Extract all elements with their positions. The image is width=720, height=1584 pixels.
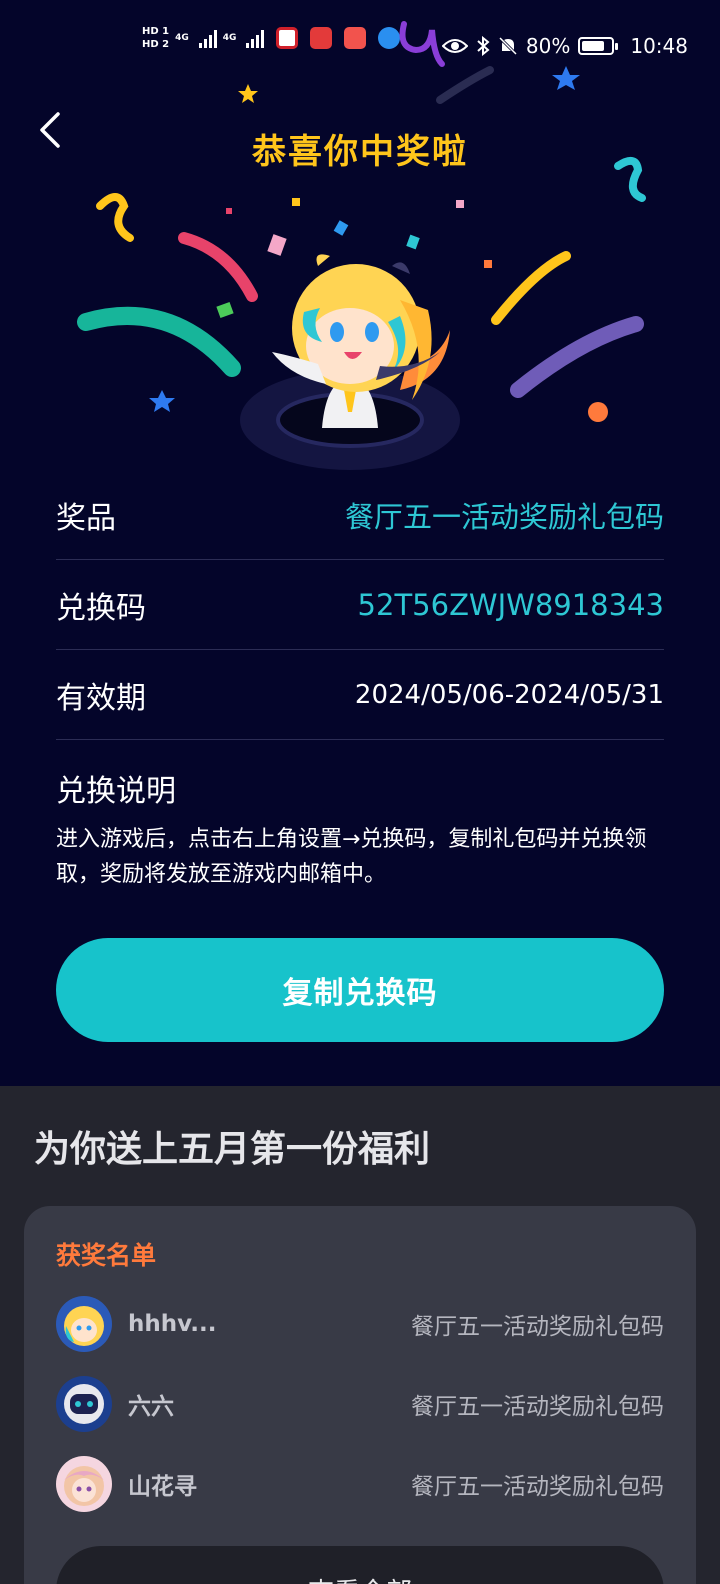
winner-item: 山花寻 餐厅五一活动奖励礼包码: [56, 1456, 664, 1512]
celebration-illustration: [77, 66, 646, 470]
mute-bell-icon: [498, 36, 517, 56]
code-label: 兑换码: [56, 590, 146, 626]
status-left: HD 1 HD 2 4G 4G: [142, 26, 401, 50]
winners-list-title: 获奖名单: [56, 1241, 157, 1270]
clock: 10:48: [630, 34, 688, 58]
network-type-2: 4G: [222, 32, 237, 43]
prize-label: 奖品: [56, 500, 116, 536]
signal-icon: [198, 28, 217, 48]
code-row: 兑换码 52T56ZWJW8918343: [56, 560, 664, 650]
winner-name: 六六: [128, 1394, 174, 1420]
bluetooth-icon: [477, 36, 490, 56]
winner-item: hhhv... 餐厅五一活动奖励礼包码: [56, 1296, 664, 1352]
winner-prize: 餐厅五一活动奖励礼包码: [411, 1394, 664, 1420]
validity-label: 有效期: [56, 680, 146, 716]
winner-prize: 餐厅五一活动奖励礼包码: [411, 1314, 664, 1340]
prize-value: 餐厅五一活动奖励礼包码: [344, 499, 664, 534]
avatar: [56, 1456, 112, 1512]
sim1-label: HD 1: [142, 26, 170, 37]
validity-row: 有效期 2024/05/06-2024/05/31: [56, 650, 664, 740]
battery-icon: [578, 37, 619, 55]
winner-name: hhhv...: [128, 1311, 217, 1337]
code-value[interactable]: 52T56ZWJW8918343: [358, 588, 664, 622]
avatar: [56, 1376, 112, 1432]
prize-info: 奖品 餐厅五一活动奖励礼包码 兑换码 52T56ZWJW8918343 有效期 …: [56, 470, 664, 892]
battery-percent: 80%: [525, 34, 571, 58]
app-notification-icon: [276, 27, 299, 49]
sim2-label: HD 2: [142, 39, 170, 50]
winners-card: 获奖名单 hhhv... 餐厅五一活动奖励礼包码 六六 餐厅五一活动奖励礼包码 …: [24, 1206, 696, 1584]
winner-item: 六六 餐厅五一活动奖励礼包码: [56, 1376, 664, 1432]
winner-prize: 餐厅五一活动奖励礼包码: [411, 1474, 664, 1500]
welfare-section: 为你送上五月第一份福利 获奖名单 hhhv... 餐厅五一活动奖励礼包码 六六 …: [0, 1086, 720, 1584]
validity-value: 2024/05/06-2024/05/31: [354, 679, 664, 710]
network-type-1: 4G: [175, 32, 189, 43]
instructions-title: 兑换说明: [56, 774, 176, 809]
winner-name: 山花寻: [128, 1474, 197, 1500]
avatar: [56, 1296, 112, 1352]
signal-icon-2: [246, 28, 265, 48]
status-right: 80% 10:48: [441, 34, 688, 58]
sim-indicators: HD 1 HD 2: [142, 26, 169, 50]
shopping-app-icon: [344, 27, 367, 49]
prize-row: 奖品 餐厅五一活动奖励礼包码: [56, 470, 664, 560]
copy-code-button[interactable]: 复制兑换码: [56, 938, 664, 1042]
view-all-button[interactable]: 查看全部: [56, 1546, 664, 1584]
instructions-text: 进入游戏后，点击右上角设置→兑换码，复制礼包码并兑换领取，奖励将发放至游戏内邮箱…: [56, 827, 647, 887]
welfare-title: 为你送上五月第一份福利: [34, 1129, 431, 1170]
book-app-icon: [310, 27, 333, 49]
